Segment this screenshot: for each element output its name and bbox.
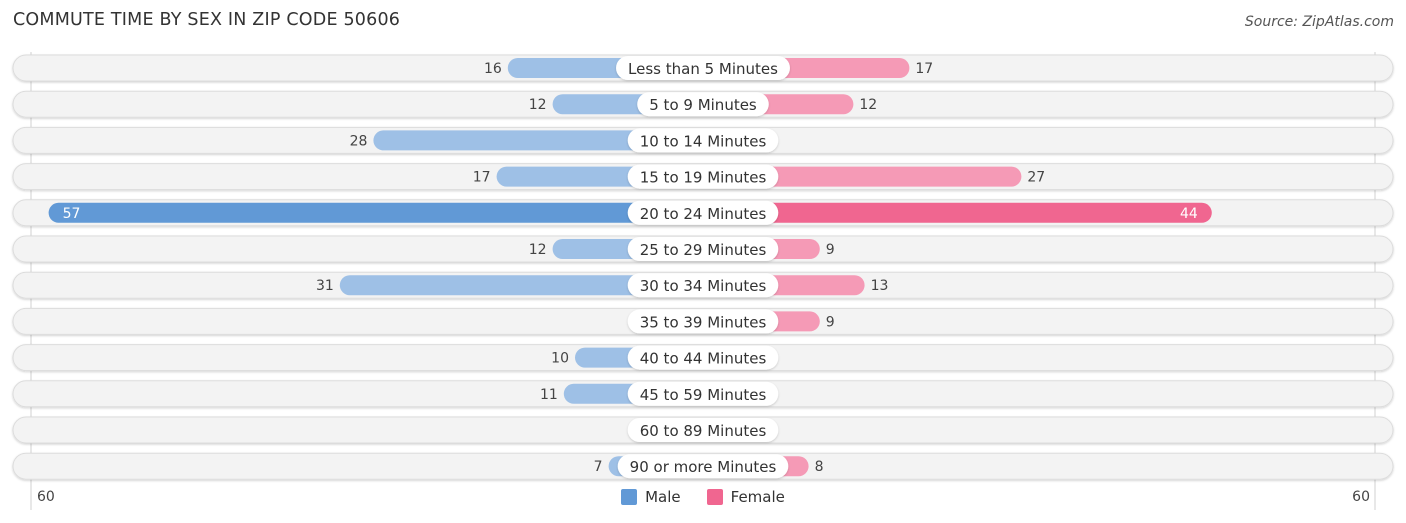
female-value-label: 17 — [915, 61, 933, 77]
chart-row: 16 17 Less than 5 Minutes — [12, 54, 1394, 82]
female-value-label: 8 — [815, 459, 824, 475]
category-label: 40 to 44 Minutes — [640, 350, 767, 368]
chart-row: 7 8 90 or more Minutes — [12, 452, 1394, 480]
male-value-label: 28 — [350, 133, 368, 149]
legend-label-female: Female — [730, 488, 785, 506]
category-label: 45 to 59 Minutes — [640, 386, 767, 404]
legend: Male Female — [0, 488, 1406, 506]
chart-row: 10140 to 44 Minutes — [12, 344, 1394, 372]
female-value-label: 12 — [859, 97, 877, 113]
category-label: 5 to 9 Minutes — [649, 96, 757, 114]
chart-row: 11445 to 59 Minutes — [12, 380, 1394, 408]
chart-row: 1260 to 89 Minutes — [12, 416, 1394, 444]
chart-row: 12 12 5 to 9 Minutes — [12, 90, 1394, 118]
male-value-label: 11 — [540, 387, 558, 403]
male-value-label: 31 — [316, 278, 334, 294]
category-label: 10 to 14 Minutes — [640, 132, 767, 150]
male-value-label: 17 — [473, 170, 491, 186]
chart-row: 17 27 15 to 19 Minutes — [12, 163, 1394, 191]
chart-row: 28310 to 14 Minutes — [12, 126, 1394, 154]
female-value-label: 13 — [871, 278, 889, 294]
male-value-label: 7 — [594, 459, 603, 475]
female-value-label: 27 — [1027, 170, 1045, 186]
chart-svg: 16 17 Less than 5 Minutes 12 12 5 to 9 Minute… — [12, 52, 1394, 510]
female-value-label: 9 — [826, 314, 835, 330]
chart-row: 3935 to 39 Minutes — [12, 307, 1394, 335]
male-value-label: 57 — [63, 206, 81, 222]
male-value-label: 10 — [551, 351, 569, 367]
category-label: 15 to 19 Minutes — [640, 169, 767, 187]
male-value-label: 12 — [529, 97, 547, 113]
chart-row: 12 9 25 to 29 Minutes — [12, 235, 1394, 263]
legend-item-male[interactable]: Male — [621, 488, 681, 506]
legend-label-male: Male — [645, 488, 681, 506]
category-label: 20 to 24 Minutes — [640, 205, 767, 223]
category-label: 35 to 39 Minutes — [640, 313, 767, 331]
female-value-label: 44 — [1180, 206, 1198, 222]
category-label: 60 to 89 Minutes — [640, 422, 767, 440]
male-value-label: 12 — [529, 242, 547, 258]
category-label: 25 to 29 Minutes — [640, 241, 767, 259]
category-label: 90 or more Minutes — [630, 458, 777, 476]
legend-swatch-female — [706, 489, 723, 505]
female-bar — [703, 202, 1212, 223]
category-label: Less than 5 Minutes — [628, 60, 778, 78]
legend-item-female[interactable]: Female — [706, 488, 785, 506]
legend-swatch-male — [621, 489, 638, 505]
female-value-label: 9 — [826, 242, 835, 258]
chart-row: 31 13 30 to 34 Minutes — [12, 271, 1394, 299]
category-label: 30 to 34 Minutes — [640, 277, 767, 295]
chart-row: 57 44 20 to 24 Minutes — [12, 199, 1394, 227]
male-bar — [48, 202, 704, 223]
male-value-label: 16 — [484, 61, 502, 77]
